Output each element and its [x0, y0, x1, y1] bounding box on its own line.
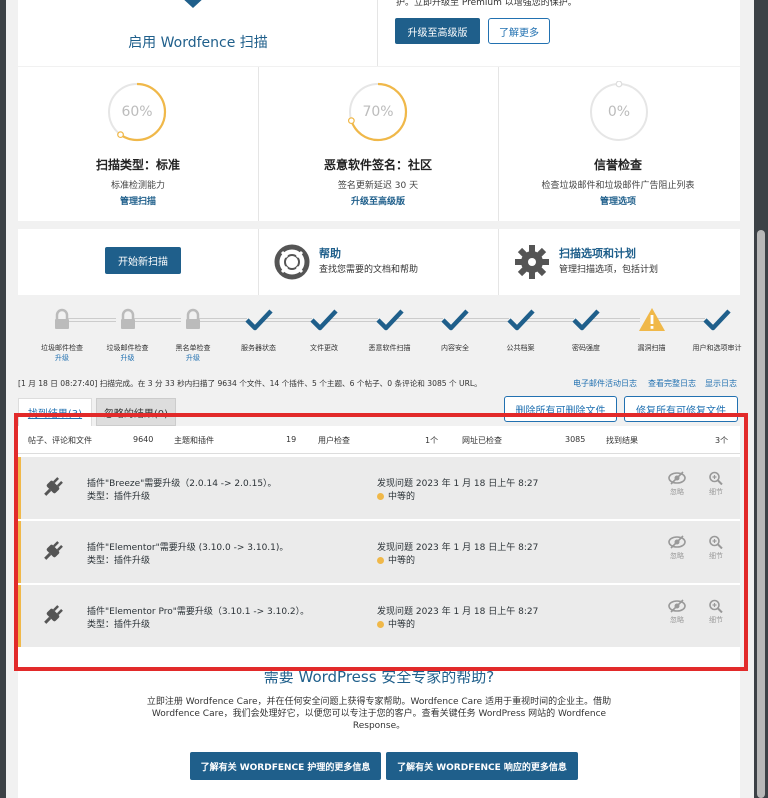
show-log-link[interactable]: 显示日志	[705, 378, 737, 389]
upgrade-premium-link[interactable]: 升级至高级版	[258, 194, 498, 207]
signature-percent: 70%	[362, 104, 394, 120]
manage-scan-link[interactable]: 管理扫描	[18, 194, 258, 207]
scan-type-title: 扫描类型：标准	[95, 158, 180, 172]
start-scan-button[interactable]: 开始新扫描	[105, 247, 181, 274]
help-link[interactable]: 帮助	[319, 245, 341, 261]
stage-upgrade-link[interactable]: 升级	[92, 353, 164, 363]
check-icon	[375, 309, 404, 331]
lock-icon	[55, 308, 69, 329]
warning-icon	[638, 308, 665, 331]
scan-type-sub: 标准检测能力	[110, 181, 165, 191]
care-card: 需要 WordPress 安全专家的帮助? 立即注册 Wordfence Car…	[18, 652, 740, 798]
upgrade-button[interactable]: 升级至高级版	[395, 18, 480, 44]
lifebuoy-icon	[274, 244, 310, 280]
email-log-link[interactable]: 电子邮件活动日志	[573, 378, 637, 389]
stage-label: 垃圾邮件检查 升级	[26, 343, 98, 363]
scrollbar-thumb[interactable]	[757, 230, 765, 798]
scrollbar[interactable]	[754, 0, 768, 798]
enable-scan-title: 启用 Wordfence 扫描	[128, 35, 268, 51]
reputation-percent: 0%	[607, 104, 631, 120]
scan-options-sub: 管理扫描选项，包括计划	[559, 265, 659, 275]
stage-label: 内容安全	[441, 344, 469, 352]
stage-label: 黑名单检查 升级	[157, 343, 229, 363]
signature-title: 恶意软件签名：社区	[323, 158, 432, 172]
check-icon	[572, 309, 600, 331]
check-icon	[506, 309, 535, 331]
scan-options-link[interactable]: 扫描选项和计划	[559, 245, 636, 261]
reputation-gauge: 0%	[588, 80, 650, 143]
stats-card: 60% 70% 0% 扫描类型：标准 标准检测能力 管理扫描 恶意软件签名：社区…	[18, 67, 740, 221]
signature-gauge: 70%	[347, 81, 409, 143]
stage-label: 用户和选项审计	[692, 344, 742, 352]
scan-type-gauge: 60%	[106, 81, 168, 143]
stage-label: 漏洞扫描	[637, 344, 666, 352]
shield-icon	[184, 0, 202, 8]
stage-label: 恶意软件扫描	[368, 344, 411, 352]
lock-icon	[120, 308, 135, 329]
response-button[interactable]: 了解有关 WORDFENCE 响应的更多信息	[386, 752, 578, 780]
stage-upgrade-link[interactable]: 升级	[26, 353, 98, 363]
stage-label: 公共档案	[506, 344, 535, 352]
actions-card: 开始新扫描 帮助 查找您需要的文档和帮助 扫描选项和计划 管理扫描选项，包括计划	[18, 229, 740, 295]
scan-type-percent: 60%	[121, 104, 153, 120]
learn-more-button[interactable]: 了解更多	[488, 18, 550, 44]
reputation-title: 信誉检查	[593, 158, 642, 172]
check-icon	[310, 309, 338, 331]
stage-label: 文件更改	[310, 344, 338, 352]
care-body: 立即注册 Wordfence Care，并在任何安全问题上获得专家帮助。Word…	[146, 697, 612, 731]
premium-text: 护。立即升级至 Premium 以增强您的保护。	[396, 0, 577, 8]
scan-stages: 垃圾邮件检查 升级 垃圾邮件检查 升级 黑名单检查 升级 服务器状态 文件更改 恶意软件扫描 内容…	[18, 298, 742, 370]
check-icon	[244, 309, 273, 331]
stage-label: 服务器状态	[241, 344, 276, 352]
scan-summary: [1 月 18 日 08:27:40] 扫描完成。在 3 分 33 秒内扫描了 …	[18, 379, 482, 388]
gear-icon	[515, 245, 549, 279]
help-sub: 查找您需要的文档和帮助	[319, 265, 419, 275]
top-card: 启用 Wordfence 扫描 护。立即升级至 Premium 以增强您的保护。…	[18, 0, 740, 66]
wordfence-scan-page: 启用 Wordfence 扫描 护。立即升级至 Premium 以增强您的保护。…	[6, 0, 754, 798]
care-button[interactable]: 了解有关 WORDFENCE 护理的更多信息	[190, 752, 381, 780]
signature-sub: 签名更新延迟 30 天	[337, 181, 419, 191]
lock-icon	[186, 308, 200, 329]
stage-label: 密码强度	[572, 344, 600, 352]
check-icon	[441, 309, 469, 331]
check-icon	[703, 309, 731, 331]
full-log-link[interactable]: 查看完整日志	[648, 378, 696, 389]
highlight-box	[14, 413, 748, 671]
reputation-sub: 检查垃圾邮件和垃圾邮件广告阻止列表	[541, 181, 695, 191]
enable-scan-panel: 启用 Wordfence 扫描	[18, 0, 378, 66]
manage-options-link[interactable]: 管理选项	[498, 194, 738, 207]
stage-upgrade-link[interactable]: 升级	[157, 353, 229, 363]
stage-label: 垃圾邮件检查 升级	[92, 343, 164, 363]
